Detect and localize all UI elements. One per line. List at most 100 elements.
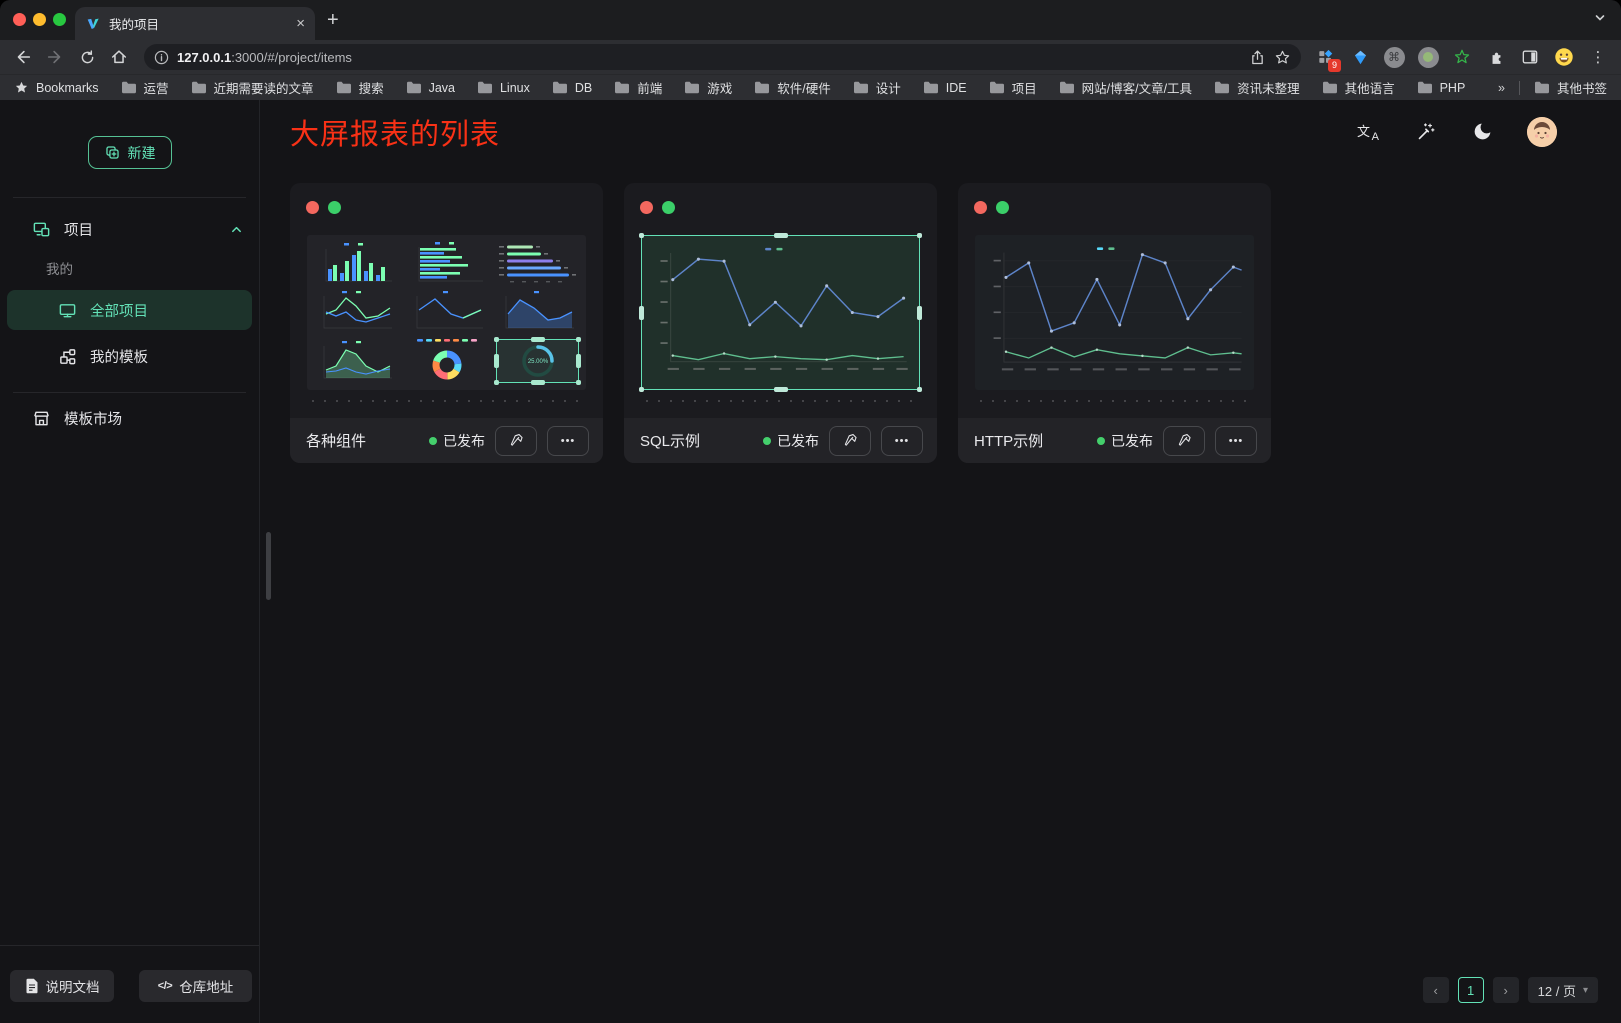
bookmark-folder[interactable]: 项目	[989, 78, 1037, 97]
forward-icon[interactable]	[42, 44, 68, 70]
bookmark-folder[interactable]: 网站/博客/文章/工具	[1059, 78, 1192, 97]
zoom-window-button[interactable]	[53, 13, 66, 26]
url-text: 127.0.0.1:3000/#/project/items	[177, 50, 352, 65]
browser-menu-kebab-icon[interactable]: ⋮	[1585, 44, 1611, 70]
bookmark-folder-label: DB	[575, 81, 592, 95]
page-size-select[interactable]: 12 / 页 ▾	[1528, 977, 1598, 1003]
card-dotted-separator	[641, 400, 920, 402]
user-avatar[interactable]	[1527, 117, 1557, 147]
card-footer: HTTP示例 已发布 •••	[958, 418, 1271, 463]
more-button[interactable]: •••	[547, 426, 589, 456]
bookmark-folder[interactable]: 文件服务器	[1487, 78, 1488, 97]
extension-grid-icon[interactable]: 9	[1313, 44, 1339, 70]
folder-icon	[477, 81, 493, 94]
bookmarks-overflow-chevron[interactable]: »	[1498, 81, 1505, 95]
bookmark-folder-label: 项目	[1012, 78, 1037, 97]
edit-hammer-button[interactable]	[1163, 426, 1205, 456]
status-label: 已发布	[443, 431, 485, 451]
prev-page-button[interactable]: ‹	[1423, 977, 1449, 1003]
close-window-button[interactable]	[13, 13, 26, 26]
folder-icon	[1322, 81, 1338, 94]
address-bar[interactable]: 127.0.0.1:3000/#/project/items	[144, 44, 1301, 70]
minimize-window-button[interactable]	[33, 13, 46, 26]
more-button[interactable]: •••	[881, 426, 923, 456]
bookmark-folder[interactable]: DB	[552, 81, 592, 95]
sidebar-item-template-market[interactable]: 模板市场	[0, 397, 259, 439]
language-icon[interactable]: 文A	[1356, 121, 1380, 143]
bookmark-folder[interactable]: 近期需要读的文章	[191, 78, 314, 97]
card-red-dot	[640, 201, 653, 214]
bookmark-folder[interactable]: 游戏	[684, 78, 732, 97]
pagination: ‹ 1 › 12 / 页 ▾	[1423, 977, 1598, 1003]
share-icon[interactable]	[1249, 49, 1266, 66]
new-project-button[interactable]: 新建	[88, 136, 172, 169]
bookmark-folder[interactable]: Linux	[477, 81, 530, 95]
bookmark-star-icon[interactable]	[1274, 49, 1291, 66]
project-card[interactable]: 25.00%	[290, 183, 603, 463]
docs-button-label: 说明文档	[46, 976, 100, 996]
extension-command-icon[interactable]: ⌘	[1381, 44, 1407, 70]
bookmark-folder[interactable]: 软件/硬件	[754, 78, 830, 97]
card-thumbnail-sql	[641, 235, 920, 390]
sidebar-item-all-projects[interactable]: 全部项目	[7, 290, 252, 330]
project-card-list: 25.00%	[261, 163, 1621, 463]
bookmark-folder[interactable]: 资讯未整理	[1214, 78, 1300, 97]
bookmark-folder-label: 资讯未整理	[1237, 78, 1300, 97]
edit-hammer-button[interactable]	[829, 426, 871, 456]
dark-mode-moon-icon[interactable]	[1470, 120, 1494, 144]
browser-tab-strip: 我的项目 × +	[0, 0, 1621, 40]
extension-gem-icon[interactable]	[1347, 44, 1373, 70]
extension-dot-icon[interactable]	[1415, 44, 1441, 70]
more-button[interactable]: •••	[1215, 426, 1257, 456]
back-icon[interactable]	[10, 44, 36, 70]
status-dot	[429, 437, 437, 445]
site-info-icon[interactable]	[154, 50, 169, 65]
edit-hammer-button[interactable]	[495, 426, 537, 456]
repo-button[interactable]: </> 仓库地址	[139, 970, 252, 1002]
new-tab-button[interactable]: +	[327, 10, 339, 30]
bookmark-folders: 运营 近期需要读的文章 搜索 Java	[121, 78, 1489, 97]
card-status: 已发布	[763, 431, 819, 451]
project-card[interactable]: SQL示例 已发布 •••	[624, 183, 937, 463]
magic-wand-icon[interactable]	[1413, 120, 1437, 144]
bookmarks-manager[interactable]: Bookmarks	[14, 80, 99, 95]
bookmark-folder[interactable]: 前端	[614, 78, 662, 97]
main-content: 大屏报表的列表 文A	[261, 100, 1621, 1023]
side-panel-icon[interactable]	[1517, 44, 1543, 70]
card-green-dot	[328, 201, 341, 214]
other-bookmarks[interactable]: 其他书签	[1534, 78, 1607, 97]
sidebar-item-my-templates[interactable]: 我的模板	[7, 336, 252, 376]
folder-icon	[1487, 81, 1488, 94]
card-footer: SQL示例 已发布 •••	[624, 418, 937, 463]
sidebar-item-all-projects-label: 全部项目	[90, 300, 148, 321]
home-icon[interactable]	[106, 44, 132, 70]
bookmark-folder[interactable]: 搜索	[336, 78, 384, 97]
card-footer: 各种组件 已发布 •••	[290, 418, 603, 463]
folder-icon	[923, 81, 939, 94]
current-page-button[interactable]: 1	[1458, 977, 1484, 1003]
bookmarks-label: Bookmarks	[36, 81, 99, 95]
mini-line-chart-single	[402, 288, 491, 335]
project-card[interactable]: HTTP示例 已发布 •••	[958, 183, 1271, 463]
bookmark-folder[interactable]: 运营	[121, 78, 169, 97]
reload-icon[interactable]	[74, 44, 100, 70]
bookmark-folder[interactable]: 其他语言	[1322, 78, 1395, 97]
tab-close-icon[interactable]: ×	[296, 15, 305, 32]
next-page-button[interactable]: ›	[1493, 977, 1519, 1003]
projects-icon	[32, 220, 51, 239]
profile-emoji-icon[interactable]	[1551, 44, 1577, 70]
docs-button[interactable]: 说明文档	[10, 970, 114, 1002]
browser-tab[interactable]: 我的项目 ×	[75, 7, 315, 40]
chevron-up-icon[interactable]	[230, 223, 243, 236]
sidebar-item-projects[interactable]: 项目	[0, 208, 259, 250]
bookmark-folder[interactable]: IDE	[923, 81, 967, 95]
extension-star-icon[interactable]	[1449, 44, 1475, 70]
bookmark-folder[interactable]: 设计	[853, 78, 901, 97]
tab-search-chevron-icon[interactable]	[1593, 11, 1607, 25]
card-thumbnail-http	[975, 235, 1254, 390]
bookmark-folder[interactable]: PHP	[1417, 81, 1466, 95]
mini-area-chart-blue	[493, 288, 582, 335]
extensions-puzzle-icon[interactable]	[1483, 44, 1509, 70]
bookmarks-divider	[1519, 81, 1520, 95]
bookmark-folder[interactable]: Java	[406, 81, 455, 95]
